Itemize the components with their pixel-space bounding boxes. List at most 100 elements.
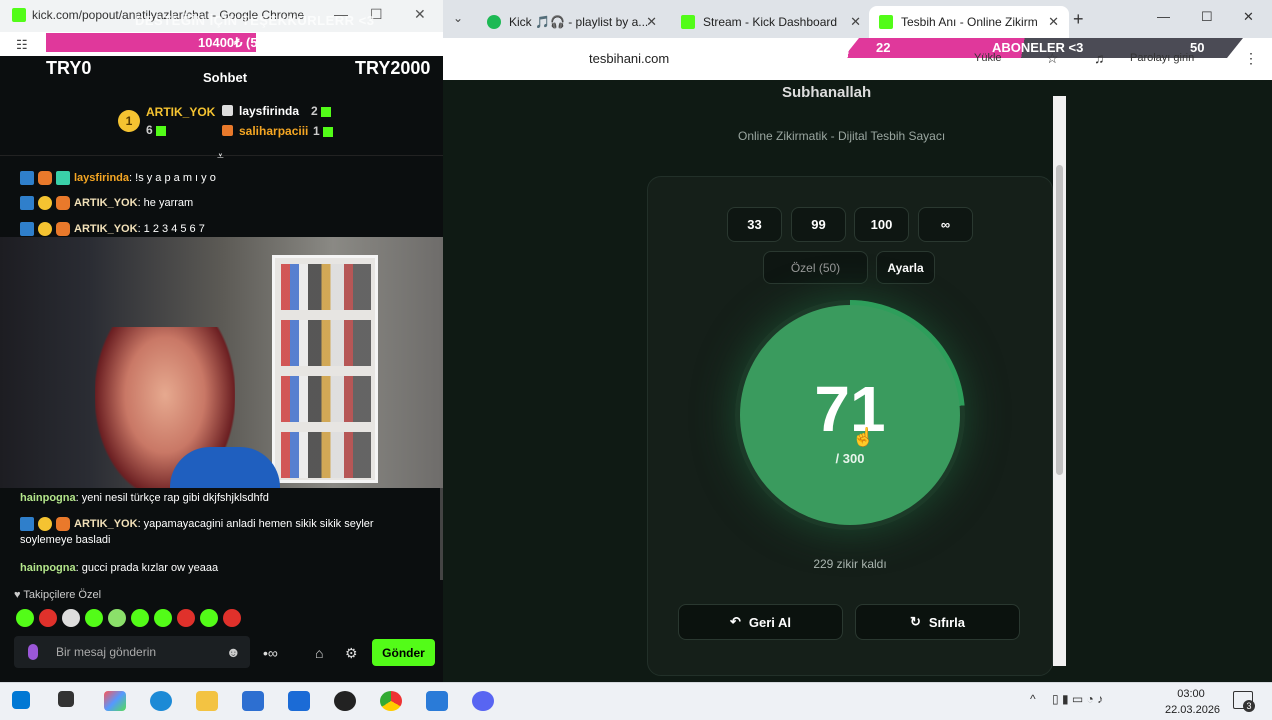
emote-icon[interactable] [16,609,34,627]
donation-banner: DESTEĞİN İÇİN TEŞEKKÜRLERR <3 [135,13,375,28]
leader-first-name[interactable]: ARTIK_YOK [146,105,215,119]
obs-icon[interactable] [334,691,356,711]
new-tab-icon[interactable]: + [1073,9,1084,30]
send-button[interactable]: Gönder [372,639,435,666]
subscriber-label: ABONELER <3 [992,40,1084,55]
kick-logo-icon [681,15,695,29]
media-control-icon[interactable]: ♫ [1094,50,1105,66]
gift-leaderboard: 1 ARTIK_YOK 6 laysfirinda 2 saliharpacii… [0,96,443,156]
goal-end: TRY2000 [355,58,431,78]
silver-badge-icon [222,105,233,116]
fox-badge-icon [56,222,70,237]
tab-kick-dashboard[interactable]: Stream - Kick Dashboard ✕ [681,6,871,38]
chat-message: hainpogna: gucci prada kızlar ow yeaaa [20,560,420,576]
site-settings-icon[interactable]: ☷ [16,37,28,53]
emote-icon[interactable] [85,609,103,627]
chat-username[interactable]: hainpogna [20,492,76,504]
file-explorer-icon[interactable] [196,691,218,711]
emoji-icon[interactable]: ☻ [226,644,241,660]
tray-icons[interactable]: ▯ ▮ ▭ ◔ ♪ [1052,692,1103,706]
emote-icon[interactable] [62,609,80,627]
current-count: 71 [814,373,886,445]
moderator-badge-icon [20,196,34,211]
reset-button[interactable]: ↻ Sıfırla [855,604,1020,640]
discord-icon[interactable] [472,691,494,711]
tab-playlist[interactable]: Kick 🎵🎧 - playlist by a... ✕ [487,6,667,38]
moderator-badge-icon [20,171,34,186]
leader-second-name[interactable]: laysfirinda [239,104,299,118]
webcam-overlay [0,237,443,488]
undo-icon: ↶ [729,614,741,629]
bronze-badge-icon [222,125,233,136]
infinity-icon[interactable]: •∞ [263,645,278,661]
emote-icon[interactable] [200,609,218,627]
preset-infinity-button[interactable]: ∞ [918,207,973,242]
emote-icon[interactable] [108,609,126,627]
emote-icon[interactable] [223,609,241,627]
install-button[interactable]: Yükle [974,52,1002,64]
tray-chevron-icon[interactable]: ^ [1030,692,1036,706]
hand-cursor-icon: ☝ [852,427,875,447]
app-icon[interactable] [426,691,448,711]
profile-password-button[interactable]: Parolayı girin [1130,52,1194,64]
preset-99-button[interactable]: 99 [791,207,846,242]
emote-icon[interactable] [131,609,149,627]
close-window-icon[interactable]: ✕ [1243,9,1254,25]
preset-100-button[interactable]: 100 [854,207,909,242]
emote-icon[interactable] [154,609,172,627]
chat-username[interactable]: ARTIK_YOK [74,223,138,235]
chat-message-input[interactable]: Bir mesaj gönderin ☻ [14,636,250,668]
emote-icon[interactable] [177,609,195,627]
donation-amount: 10400₺ (5 [198,35,258,50]
minimize-icon[interactable]: — [1157,9,1170,24]
close-icon[interactable]: ✕ [414,6,426,23]
page-subtitle: Online Zikirmatik - Dijital Tesbih Sayac… [738,129,946,143]
microphone-icon[interactable] [28,644,38,660]
start-icon[interactable] [12,691,30,709]
chat-username[interactable]: ARTIK_YOK [74,197,138,209]
scrollbar-thumb[interactable] [1056,165,1063,475]
close-tab-icon[interactable]: ✕ [1048,14,1059,30]
gift-badge-icon [56,171,70,186]
chat-tab[interactable]: Sohbet [203,70,247,85]
emote-icon[interactable] [39,609,57,627]
more-menu-icon[interactable]: ⋮ [1244,50,1258,67]
chat-text: : he yarram [137,197,194,209]
close-tab-icon[interactable]: ✕ [646,14,657,30]
store-icon[interactable] [242,691,264,711]
chat-text: : gucci prada kızlar ow yeaaa [75,562,219,574]
copilot-icon[interactable] [104,691,126,711]
store-icon[interactable]: ⌂ [315,645,323,661]
chat-message: laysfirinda: !s y a p a m ı y o [20,170,420,186]
chat-username[interactable]: ARTIK_YOK [74,518,138,530]
address-bar-url[interactable]: tesbihani.com [589,51,669,66]
outlook-icon[interactable] [288,691,310,711]
tab-search-icon[interactable]: ⌄ [453,11,463,25]
close-tab-icon[interactable]: ✕ [850,14,861,30]
gear-icon[interactable]: ⚙ [345,645,358,662]
notification-count: 3 [1243,700,1255,712]
clock[interactable]: 03:00 22.03.2026 [1165,686,1221,718]
bookmark-star-icon[interactable]: ☆ [1046,50,1059,67]
chrome-icon[interactable] [380,691,402,711]
preset-33-button[interactable]: 33 [727,207,782,242]
task-view-icon[interactable] [58,691,74,707]
tab-tesbih[interactable]: Tesbih Anı - Online Zikirm ✕ [869,6,1069,38]
tab-label: Kick 🎵🎧 - playlist by a... [509,15,649,29]
clock-date: 22.03.2026 [1165,704,1221,716]
moderator-badge-icon [20,222,34,237]
top-gifter-badge-icon [38,517,52,532]
undo-button[interactable]: ↶ Geri Al [678,604,843,640]
moderator-badge-icon [20,517,34,532]
leader-third-count: 1 [313,124,333,138]
spotify-icon [487,15,501,29]
custom-target-input[interactable]: Özel (50) [763,251,868,284]
fox-badge-icon [56,196,70,211]
edge-icon[interactable] [150,691,172,711]
leader-third-name[interactable]: saliharpaciii [239,124,308,138]
apply-target-button[interactable]: Ayarla [876,251,935,284]
chat-username[interactable]: hainpogna [20,562,76,574]
chat-username[interactable]: laysfirinda [74,172,129,184]
collapse-pinned-icon[interactable]: ⩡ [217,149,224,164]
maximize-icon[interactable]: ☐ [1201,9,1213,25]
